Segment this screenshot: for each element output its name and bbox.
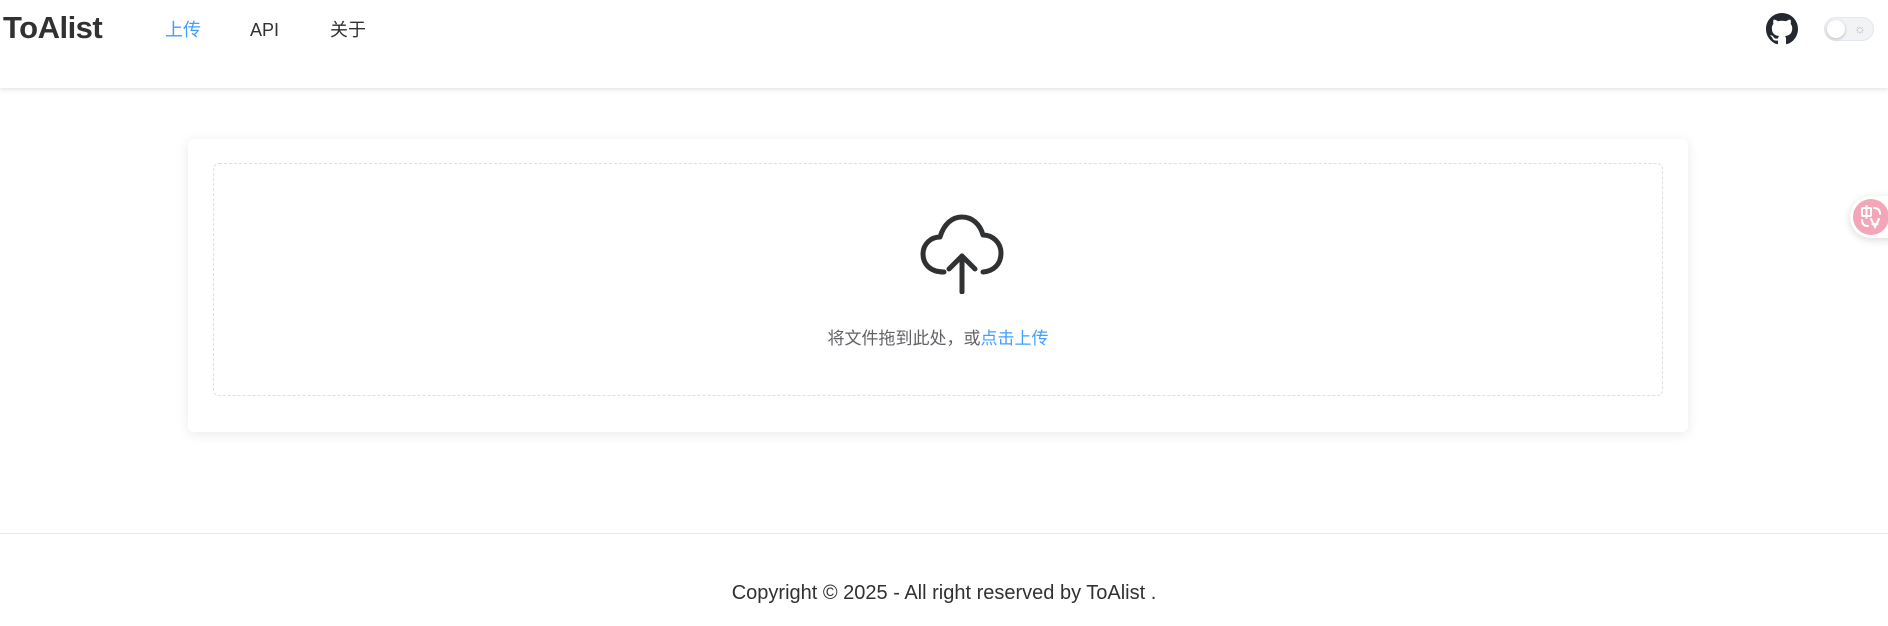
nav-item-api[interactable]: API [250, 18, 279, 42]
translate-icon-bg [1853, 199, 1888, 235]
sun-icon: ☼ [1854, 21, 1866, 36]
footer-divider [0, 533, 1888, 534]
upload-card: 将文件拖到此处，或点击上传 [188, 139, 1688, 432]
nav-item-about[interactable]: 关于 [330, 18, 366, 42]
main-nav: 上传 API 关于 [165, 18, 366, 42]
upload-dropzone[interactable]: 将文件拖到此处，或点击上传 [213, 163, 1663, 396]
translate-icon [1861, 205, 1881, 230]
nav-item-upload[interactable]: 上传 [165, 18, 201, 42]
drop-hint-text: 将文件拖到此处，或 [827, 329, 981, 348]
github-icon[interactable] [1766, 13, 1798, 45]
click-upload-link[interactable]: 点击上传 [981, 329, 1049, 348]
translate-widget-button[interactable] [1850, 196, 1888, 238]
drop-hint: 将文件拖到此处，或点击上传 [214, 324, 1662, 349]
brand-logo[interactable]: ToAlist [3, 10, 103, 46]
footer-copyright: Copyright © 2025 - All right reserved by… [731, 582, 1157, 604]
top-header: ToAlist 上传 API 关于 ☼ [0, 0, 1888, 88]
theme-toggle[interactable]: ☼ [1824, 17, 1874, 41]
toggle-knob [1827, 20, 1845, 38]
cloud-upload-icon [920, 214, 1004, 294]
